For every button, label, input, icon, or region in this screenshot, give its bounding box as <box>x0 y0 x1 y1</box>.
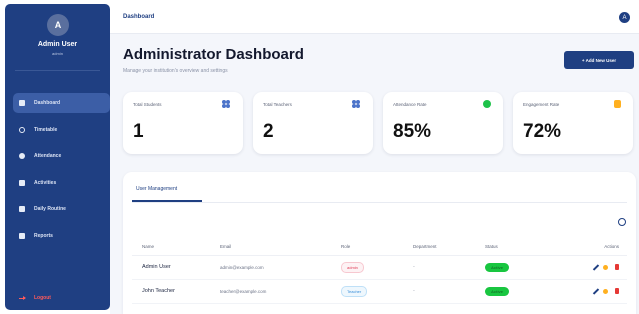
sidebar-divider <box>15 70 100 71</box>
user-avatar: A <box>47 14 69 36</box>
main-content: Dashboard A Administrator Dashboard Mana… <box>110 4 639 314</box>
check-circle-icon <box>19 153 25 159</box>
stat-label: Total Students <box>133 102 162 107</box>
column-header: Department <box>413 238 485 256</box>
sidebar-item-label: Activities <box>34 180 57 186</box>
stat-value: 85% <box>393 121 432 142</box>
sidebar-item-label: Reports <box>34 233 53 239</box>
sidebar-item-activities[interactable]: Activities <box>13 173 110 193</box>
stat-label: Engagement Rate <box>523 102 560 107</box>
stat-card-teachers: Total Teachers 2 <box>253 92 373 154</box>
users-icon <box>222 100 231 109</box>
sidebar-item-dashboard[interactable]: Dashboard <box>13 93 110 113</box>
report-icon <box>19 233 25 239</box>
status-badge: Active <box>485 286 510 296</box>
table-row: John Teacher teacher@example.com Teacher… <box>132 279 627 304</box>
user-name-cell: Admin User <box>132 255 220 280</box>
calendar-day-icon <box>19 206 25 212</box>
role-cell: Teacher <box>341 279 413 304</box>
status-badge: Active <box>485 262 510 272</box>
stat-value: 1 <box>133 121 144 142</box>
table-header-row: Name Email Role Department Status Action… <box>132 238 627 256</box>
column-header: Name <box>132 238 220 256</box>
sidebar-item-reports[interactable]: Reports <box>13 226 110 246</box>
logout-label: Logout <box>34 295 51 301</box>
tab-user-management[interactable]: User Management <box>136 186 177 192</box>
sidebar-item-label: Daily Routine <box>34 206 66 212</box>
filter-icon[interactable] <box>618 218 626 226</box>
column-header: Email <box>220 238 341 256</box>
user-role: admin <box>52 51 63 56</box>
stat-value: 2 <box>263 121 274 142</box>
edit-icon[interactable] <box>592 263 600 271</box>
tab-divider <box>132 202 627 203</box>
users-table: Name Email Role Department Status Action… <box>132 238 627 304</box>
user-email-cell: admin@example.com <box>220 255 341 280</box>
status-cell: Active <box>485 255 571 280</box>
status-cell: Active <box>485 279 571 304</box>
user-email-cell: teacher@example.com <box>220 279 341 304</box>
stat-card-engagement: Engagement Rate 72% <box>513 92 633 154</box>
add-user-button[interactable]: + Add New User <box>564 51 634 69</box>
engagement-icon <box>614 100 621 108</box>
actions-cell <box>571 279 627 304</box>
stat-label: Total Teachers <box>263 102 292 107</box>
delete-icon[interactable] <box>615 288 619 294</box>
column-header: Actions <box>571 238 627 256</box>
logout-icon <box>19 295 26 301</box>
sidebar-item-daily-routine[interactable]: Daily Routine <box>13 199 110 219</box>
column-header: Role <box>341 238 413 256</box>
stat-card-attendance: Attendance Rate 85% <box>383 92 503 154</box>
settings-icon[interactable] <box>603 264 609 270</box>
stat-value: 72% <box>523 121 562 142</box>
user-name: Admin User <box>37 41 78 48</box>
sidebar-item-label: Timetable <box>34 127 58 133</box>
stat-label: Attendance Rate <box>393 102 427 107</box>
attendance-icon <box>483 100 491 108</box>
sidebar-item-timetable[interactable]: Timetable <box>13 120 110 140</box>
department-cell: - <box>413 279 485 304</box>
sidebar-item-label: Dashboard <box>34 100 61 106</box>
delete-icon[interactable] <box>615 264 619 270</box>
calendar-icon <box>19 180 25 186</box>
page-subtitle: Manage your institution's overview and s… <box>123 68 228 74</box>
dashboard-icon <box>19 100 25 106</box>
actions-cell <box>571 255 627 280</box>
top-bar: Dashboard A <box>110 4 639 34</box>
sidebar: A Admin User admin Dashboard Timetable A… <box>5 4 110 310</box>
profile-avatar[interactable]: A <box>619 12 630 23</box>
table-row: Admin User admin@example.com admin - Act… <box>132 255 627 280</box>
edit-icon[interactable] <box>592 287 600 295</box>
breadcrumb[interactable]: Dashboard <box>123 14 154 20</box>
sidebar-item-attendance[interactable]: Attendance <box>13 146 110 166</box>
role-badge: admin <box>341 261 364 273</box>
clock-icon <box>19 127 25 133</box>
user-management-panel: User Management Name Email Role Departme… <box>123 172 636 314</box>
column-header: Status <box>485 238 571 256</box>
user-name-cell: John Teacher <box>132 279 220 304</box>
role-cell: admin <box>341 255 413 280</box>
department-cell: - <box>413 255 485 280</box>
page-title: Administrator Dashboard <box>123 46 304 63</box>
sidebar-item-label: Attendance <box>34 153 62 159</box>
stat-card-students: Total Students 1 <box>123 92 243 154</box>
settings-icon[interactable] <box>603 288 609 294</box>
role-badge: Teacher <box>341 285 368 297</box>
teachers-icon <box>352 100 361 109</box>
logout-button[interactable]: Logout <box>19 295 51 301</box>
